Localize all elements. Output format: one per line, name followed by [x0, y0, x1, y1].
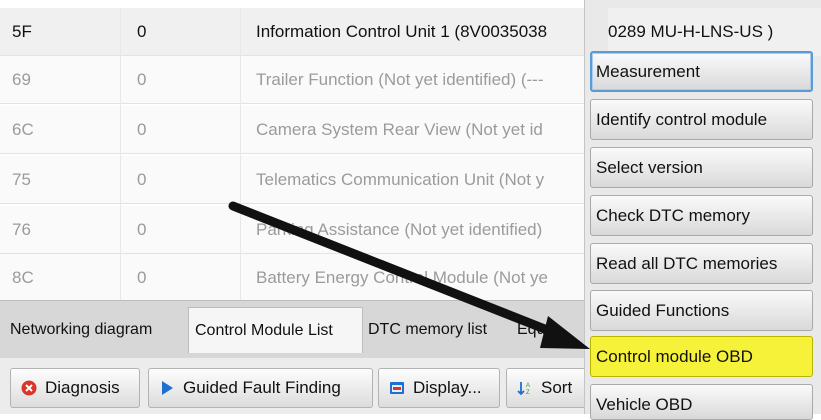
guided-fault-finding-label: Guided Fault Finding [183, 378, 341, 397]
display-button-label: Display... [413, 378, 482, 397]
menu-item-measurement[interactable]: Measurement [590, 51, 813, 92]
menu-item-identify-control-module[interactable]: Identify control module [590, 99, 813, 140]
menu-item-select-version[interactable]: Select version [590, 147, 813, 188]
row-value: 0 [137, 268, 147, 287]
svg-text:Z: Z [526, 390, 530, 396]
tab-dtc-memory-list[interactable]: DTC memory list [368, 307, 513, 353]
menu-item-guided-functions[interactable]: Guided Functions [590, 290, 813, 331]
diagnosis-button-label: Diagnosis [45, 378, 120, 397]
display-window-icon [390, 382, 404, 394]
diagnostic-screen: 5F 0 Information Control Unit 1 (8V00350… [0, 0, 821, 420]
menu-item-vehicle-obd[interactable]: Vehicle OBD [590, 384, 813, 420]
column-divider [120, 8, 121, 300]
selected-row-part-number: 0289 MU-H-LNS-US ) [608, 8, 821, 56]
row-module-name: Camera System Rear View (Not yet id [256, 120, 543, 139]
guided-fault-finding-button[interactable]: Guided Fault Finding [148, 368, 373, 408]
sort-button-label: Sort [541, 378, 573, 397]
row-value: 0 [137, 170, 147, 189]
row-value: 0 [137, 22, 147, 41]
play-triangle-icon [162, 381, 173, 395]
table-row[interactable]: 8C 0 Battery Energy Control Module (Not … [0, 254, 590, 302]
row-value: 0 [137, 120, 147, 139]
row-address: 8C [12, 268, 34, 287]
table-row[interactable]: 6C 0 Camera System Rear View (Not yet id [0, 106, 590, 154]
column-divider [240, 8, 241, 300]
row-address: 69 [12, 70, 31, 89]
row-value: 0 [137, 220, 147, 239]
diagnosis-button[interactable]: Diagnosis [10, 368, 140, 408]
menu-item-check-dtc-memory[interactable]: Check DTC memory [590, 195, 813, 236]
table-row[interactable]: 5F 0 Information Control Unit 1 (8V00350… [0, 8, 590, 56]
sort-button[interactable]: A Z Sort [506, 368, 590, 408]
bottom-toolbar: Diagnosis Guided Fault Finding Display..… [0, 358, 590, 414]
row-module-name: Trailer Function (Not yet identified) (-… [256, 70, 544, 89]
row-module-name: Information Control Unit 1 (8V0035038 [256, 22, 548, 41]
row-module-name: Parking Assistance (Not yet identified) [256, 220, 543, 239]
row-address: 6C [12, 120, 34, 139]
table-row[interactable]: 69 0 Trailer Function (Not yet identifie… [0, 56, 590, 104]
sort-az-icon: A Z [517, 382, 530, 396]
menu-item-control-module-obd[interactable]: Control module OBD [590, 336, 813, 377]
table-row[interactable]: 75 0 Telematics Communication Unit (Not … [0, 156, 590, 204]
row-module-name: Telematics Communication Unit (Not y [256, 170, 545, 189]
stop-x-icon [21, 380, 37, 396]
row-address: 5F [12, 22, 32, 41]
menu-item-read-all-dtc-memories[interactable]: Read all DTC memories [590, 243, 813, 284]
row-address: 76 [12, 220, 31, 239]
row-module-name: Battery Energy Control Module (Not ye [256, 268, 548, 287]
row-address: 75 [12, 170, 31, 189]
tab-networking-diagram[interactable]: Networking diagram [10, 307, 186, 353]
tab-control-module-list[interactable]: Control Module List [188, 307, 363, 353]
display-button[interactable]: Display... [378, 368, 500, 408]
tab-equipment[interactable]: Equ [517, 307, 577, 353]
row-value: 0 [137, 70, 147, 89]
svg-text:A: A [526, 383, 530, 389]
view-tab-bar: Networking diagram Control Module List D… [0, 300, 590, 358]
table-row[interactable]: 76 0 Parking Assistance (Not yet identif… [0, 206, 590, 254]
